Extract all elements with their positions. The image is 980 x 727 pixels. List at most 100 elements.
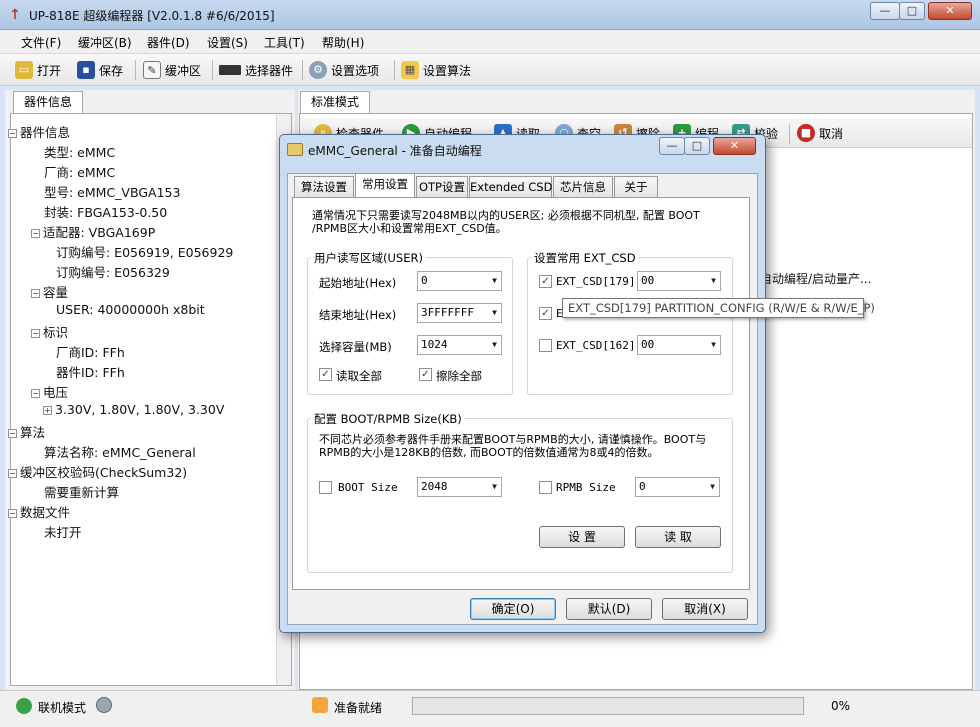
tab-otp-settings[interactable]: OTP设置	[416, 176, 468, 198]
collapse-icon[interactable]: −	[8, 469, 17, 478]
buffer-button[interactable]: ✎ 缓冲区	[143, 59, 201, 81]
ext-csd-162-checkbox[interactable]	[539, 339, 552, 352]
toolbar-separator	[302, 60, 303, 80]
tree-item[interactable]: − 数据文件	[8, 502, 70, 521]
toolbar-separator	[135, 60, 136, 80]
close-button[interactable]: ✕	[928, 2, 972, 20]
tree-item[interactable]: − 电压	[31, 382, 68, 401]
menu-help[interactable]: 帮助(H)	[322, 34, 364, 51]
collapse-icon[interactable]: −	[31, 389, 40, 398]
tree-item[interactable]: − 适配器: VBGA169P	[31, 222, 155, 241]
menu-buffer[interactable]: 缓冲区(B)	[78, 34, 132, 51]
tree-item-label: 器件信息	[20, 125, 71, 140]
connection-icon	[96, 697, 112, 713]
tab-common-settings[interactable]: 常用设置	[355, 173, 415, 198]
gear-icon: ⚙	[309, 61, 327, 79]
tree-item[interactable]: − 容量	[31, 282, 68, 301]
tree-item[interactable]: − 缓冲区校验码(CheckSum32)	[8, 462, 187, 481]
expand-icon[interactable]: +	[43, 406, 52, 415]
collapse-icon[interactable]: −	[8, 509, 17, 518]
tab-chip-info[interactable]: 芯片信息	[553, 176, 613, 198]
tree-item-label: 厂商ID: FFh	[56, 345, 125, 360]
tree-item[interactable]: − 算法	[8, 422, 45, 441]
tree-item-label: 算法名称: eMMC_General	[44, 445, 196, 460]
menu-file[interactable]: 文件(F)	[21, 34, 61, 51]
tree-item[interactable]: 算法名称: eMMC_General	[44, 442, 196, 461]
maximize-button[interactable]: □	[899, 2, 925, 20]
menu-tools[interactable]: 工具(T)	[264, 34, 305, 51]
ext-csd-second-checkbox[interactable]: ✓	[539, 307, 552, 320]
read-all-checkbox[interactable]: ✓	[319, 368, 332, 381]
capacity-select[interactable]: 1024 ▼	[417, 335, 502, 355]
tree-item-label: 容量	[43, 285, 69, 300]
tree-item[interactable]: − 器件信息	[8, 122, 70, 141]
rpmb-size-select[interactable]: 0 ▼	[635, 477, 720, 497]
boot-rpmb-legend: 配置 BOOT/RPMB Size(KB)	[311, 411, 465, 427]
tab-extended-csd[interactable]: Extended CSD	[469, 176, 552, 198]
ok-button[interactable]: 确定(O)	[470, 598, 556, 620]
progress-bar	[412, 697, 804, 715]
boot-size-select[interactable]: 2048 ▼	[417, 477, 502, 497]
algorithm-icon: ▦	[401, 61, 419, 79]
collapse-icon[interactable]: −	[31, 289, 40, 298]
tree-item[interactable]: 类型: eMMC	[44, 142, 115, 161]
tree-item[interactable]: 需要重新计算	[44, 482, 119, 501]
collapse-icon[interactable]: −	[8, 429, 17, 438]
tree-item[interactable]: − 标识	[31, 322, 68, 341]
chevron-down-icon: ▼	[492, 340, 497, 349]
tree-item-label: 适配器: VBGA169P	[43, 225, 156, 240]
ext-csd-162-select[interactable]: 00 ▼	[637, 335, 721, 355]
collapse-icon[interactable]: −	[31, 229, 40, 238]
minimize-button[interactable]: —	[870, 2, 900, 20]
tree-item[interactable]: 封装: FBGA153-0.50	[44, 202, 167, 221]
device-info-tree: − 器件信息 类型: eMMC 厂商: eMMC 型号: eMMC_VBGA153 封装:…	[8, 113, 292, 686]
collapse-icon[interactable]: −	[31, 329, 40, 338]
boot-size-label: BOOT Size	[338, 481, 398, 494]
default-button[interactable]: 默认(D)	[566, 598, 652, 620]
tree-item[interactable]: USER: 40000000h x8bit	[56, 302, 205, 317]
save-icon: ▪	[77, 61, 95, 79]
folder-icon: ▭	[15, 61, 33, 79]
tree-item[interactable]: 厂商: eMMC	[44, 162, 115, 181]
dialog-cancel-button[interactable]: 取消(X)	[662, 598, 748, 620]
menu-settings[interactable]: 设置(S)	[207, 34, 248, 51]
ext-csd-179-select[interactable]: 00 ▼	[637, 271, 721, 291]
start-address-select[interactable]: 0 ▼	[417, 271, 502, 291]
set-algorithm-button[interactable]: ▦ 设置算法	[401, 59, 471, 81]
tree-item[interactable]: +3.30V, 1.80V, 1.80V, 3.30V	[43, 402, 224, 417]
tree-item[interactable]: 订购编号: E056329	[56, 262, 170, 281]
chevron-down-icon: ▼	[711, 340, 716, 349]
collapse-icon[interactable]: −	[8, 129, 17, 138]
tab-about[interactable]: 关于	[614, 176, 658, 198]
dialog-minimize-button[interactable]: —	[659, 137, 685, 155]
rpmb-size-checkbox[interactable]	[539, 481, 552, 494]
open-button[interactable]: ▭ 打开	[15, 59, 61, 81]
menu-device[interactable]: 器件(D)	[147, 34, 190, 51]
tab-algorithm-settings[interactable]: 算法设置	[294, 176, 354, 198]
select-device-button[interactable]: 选择器件	[219, 59, 293, 81]
online-mode-label: 联机模式	[38, 701, 87, 715]
settings-options-button[interactable]: ⚙ 设置选项	[309, 59, 379, 81]
tab-device-info[interactable]: 器件信息	[13, 91, 83, 113]
end-address-select[interactable]: 3FFFFFFF ▼	[417, 303, 502, 323]
save-button[interactable]: ▪ 保存	[77, 59, 123, 81]
progress-percent: 0%	[831, 699, 851, 713]
tree-item[interactable]: 厂商ID: FFh	[56, 342, 125, 361]
erase-all-checkbox[interactable]: ✓	[419, 368, 432, 381]
stop-icon: ■	[797, 124, 815, 142]
tab-standard-mode[interactable]: 标准模式	[300, 91, 370, 113]
ext-csd-legend: 设置常用 EXT_CSD	[531, 250, 639, 266]
tree-item[interactable]: 订购编号: E056919, E056929	[56, 242, 233, 261]
dialog-close-button[interactable]: ✕	[713, 137, 756, 155]
set-boot-rpmb-button[interactable]: 设 置	[539, 526, 625, 548]
tree-item[interactable]: 器件ID: FFh	[56, 362, 125, 381]
tree-item[interactable]: 型号: eMMC_VBGA153	[44, 182, 180, 201]
boot-rpmb-note: 不同芯片必须参考器件手册来配置BOOT与RPMB的大小, 请谨慎操作。BOOT与…	[319, 433, 707, 459]
dialog-maximize-button[interactable]: □	[684, 137, 710, 155]
boot-size-checkbox[interactable]	[319, 481, 332, 494]
window-title: UP-818E 超级编程器 [V2.0.1.8 #6/6/2015]	[29, 9, 275, 23]
cancel-operation-button[interactable]: ■ 取消	[797, 124, 843, 142]
ext-csd-179-checkbox[interactable]: ✓	[539, 275, 552, 288]
tree-item[interactable]: 未打开	[44, 522, 82, 541]
read-boot-rpmb-button[interactable]: 读 取	[635, 526, 721, 548]
